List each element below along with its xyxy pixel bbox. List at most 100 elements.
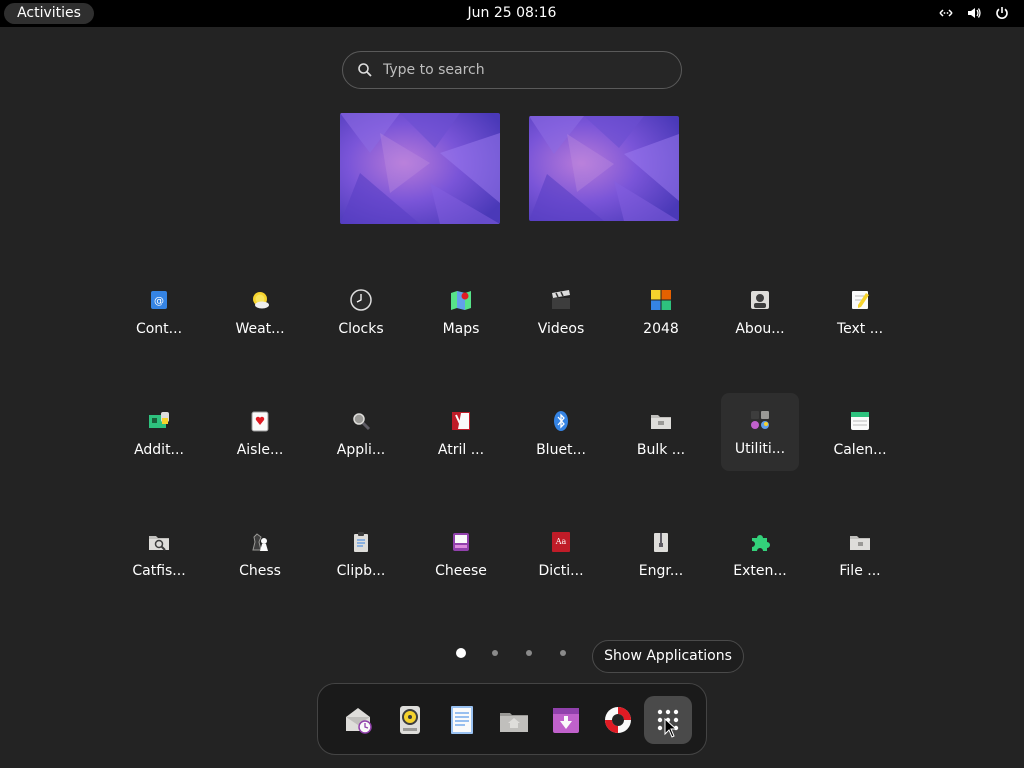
app-label: Abou... — [735, 321, 785, 337]
aisleriot-icon — [249, 410, 271, 432]
app-label: Addit... — [134, 442, 184, 458]
app-bluetooth[interactable]: Bluet... — [522, 396, 600, 474]
date-time-clock[interactable]: Jun 25 08:16 — [468, 5, 557, 21]
dash-item-rhythmbox[interactable] — [386, 696, 434, 744]
app-chess[interactable]: Chess — [221, 517, 299, 595]
page-indicator-3[interactable] — [526, 650, 532, 656]
app-cheese[interactable]: Cheese — [422, 517, 500, 595]
bulk-rename-icon — [650, 410, 672, 432]
app-additional-drivers[interactable]: Addit... — [120, 396, 198, 474]
mouse-cursor-icon — [664, 718, 678, 738]
app-clipboard[interactable]: Clipb... — [322, 517, 400, 595]
top-bar: Activities Jun 25 08:16 — [0, 0, 1024, 27]
clocks-icon — [350, 289, 372, 311]
app-label: Clipb... — [336, 563, 386, 579]
utilities-folder-icon — [749, 409, 771, 431]
app-label: Calen... — [833, 442, 887, 458]
search-input[interactable] — [383, 59, 663, 81]
app-label: File ... — [839, 563, 881, 579]
calendar-icon — [849, 410, 871, 432]
extensions-icon — [749, 531, 771, 553]
dash — [317, 683, 707, 755]
network-wired-icon[interactable] — [938, 5, 954, 21]
contacts-icon: @ — [148, 289, 170, 311]
app-label: Cont... — [135, 321, 183, 337]
dash-item-evolution[interactable] — [334, 696, 382, 744]
app-atril[interactable]: Atril ... — [422, 396, 500, 474]
activities-button[interactable]: Activities — [4, 3, 94, 24]
system-tray[interactable] — [938, 5, 1010, 21]
app-label: Catfis... — [132, 563, 186, 579]
additional-drivers-icon — [148, 410, 170, 432]
clock-area: Jun 25 08:16 — [0, 0, 1024, 27]
app-bulk-rename[interactable]: Bulk ... — [622, 396, 700, 474]
engrampa-icon — [650, 531, 672, 553]
app-maps[interactable]: Maps — [422, 275, 500, 353]
dash-item-software[interactable] — [542, 696, 590, 744]
maps-icon — [450, 289, 472, 311]
search-icon — [357, 62, 373, 78]
app-aisleriot[interactable]: Aisle... — [221, 396, 299, 474]
app-weather[interactable]: Weat... — [221, 275, 299, 353]
search-entry[interactable] — [342, 51, 682, 89]
app-label: Weat... — [235, 321, 285, 337]
app-text-editor[interactable]: Text ... — [821, 275, 899, 353]
about-icon — [749, 289, 771, 311]
app-label: Exten... — [733, 563, 787, 579]
catfish-icon — [148, 531, 170, 553]
volume-icon[interactable] — [966, 5, 982, 21]
app-label: Dicti... — [538, 563, 584, 579]
app-application-finder[interactable]: Appli... — [322, 396, 400, 474]
rhythmbox-icon — [400, 706, 420, 734]
app-clocks[interactable]: Clocks — [322, 275, 400, 353]
page-indicator-4[interactable] — [560, 650, 566, 656]
page-indicator-1[interactable] — [456, 648, 466, 658]
app-label: Engr... — [638, 563, 684, 579]
dash-item-files[interactable] — [490, 696, 538, 744]
app-dictionary[interactable]: Aa Dicti... — [522, 517, 600, 595]
app-videos[interactable]: Videos — [522, 275, 600, 353]
chess-icon — [249, 531, 271, 553]
app-about[interactable]: Abou... — [721, 275, 799, 353]
workspace-thumbnail-2[interactable] — [529, 116, 679, 221]
app-calendar[interactable]: Calen... — [821, 396, 899, 474]
dash-item-writer[interactable] — [438, 696, 486, 744]
software-install-icon — [553, 708, 579, 733]
file-manager-icon — [849, 531, 871, 553]
app-2048[interactable]: 2048 — [622, 275, 700, 353]
workspace-thumbnail-1[interactable] — [340, 113, 500, 224]
svg-text:Aa: Aa — [555, 537, 567, 546]
videos-icon — [550, 289, 572, 311]
app-utilities-folder[interactable]: Utiliti... — [721, 393, 799, 471]
app-label: Cheese — [435, 563, 487, 579]
app-file-manager[interactable]: File ... — [821, 517, 899, 595]
text-editor-icon — [849, 289, 871, 311]
app-label: 2048 — [643, 321, 679, 337]
app-catfish[interactable]: Catfis... — [120, 517, 198, 595]
weather-icon — [249, 289, 271, 311]
app-label: Atril ... — [437, 442, 485, 458]
app-label: Bluet... — [536, 442, 586, 458]
cheese-icon — [450, 531, 472, 553]
dash-item-help[interactable] — [594, 696, 642, 744]
power-icon[interactable] — [994, 5, 1010, 21]
app-label: Chess — [239, 563, 281, 579]
app-contacts[interactable]: @ Cont... — [120, 275, 198, 353]
app-label: Text ... — [836, 321, 884, 337]
page-indicator-2[interactable] — [492, 650, 498, 656]
app-label: Bulk ... — [636, 442, 686, 458]
bluetooth-icon — [550, 410, 572, 432]
app-label: Clocks — [338, 321, 384, 337]
app-label: Videos — [537, 321, 585, 337]
atril-icon — [450, 410, 472, 432]
app-label: Aisle... — [236, 442, 284, 458]
evolution-mail-icon — [346, 708, 372, 734]
clipboard-icon — [350, 531, 372, 553]
app-label: Maps — [442, 321, 480, 337]
game-2048-icon — [650, 289, 672, 311]
app-extensions[interactable]: Exten... — [721, 517, 799, 595]
help-lifebuoy-icon — [605, 707, 631, 733]
app-engrampa[interactable]: Engr... — [622, 517, 700, 595]
svg-text:@: @ — [154, 296, 164, 307]
writer-document-icon — [451, 706, 473, 734]
